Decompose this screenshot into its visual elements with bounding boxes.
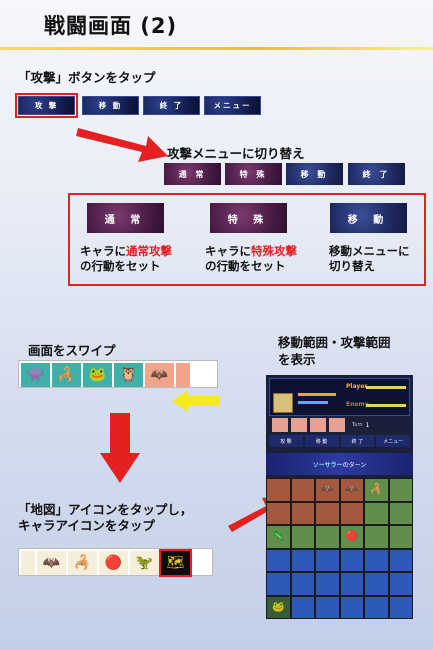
normal-attack-button[interactable]: 通 常 [164,163,221,185]
map-cell[interactable] [266,478,291,502]
map-cell[interactable] [315,595,340,619]
map-cell[interactable] [364,501,389,525]
map-cell[interactable] [388,548,413,572]
special-description: キャラに特殊攻撃 の行動をセット [205,244,297,273]
turn-value: 1 [365,421,370,429]
arrow-right-down-icon [76,128,168,162]
map-cell[interactable] [339,595,364,619]
phone-move-button[interactable]: 移 動 [304,435,339,447]
special-attack-button[interactable]: 特 殊 [225,163,282,185]
map-cell[interactable] [364,595,389,619]
swipe-label: 画面をスワイプ [28,343,116,358]
map-cell[interactable]: 🐸 [266,595,291,619]
map-cell[interactable] [339,572,364,596]
character-icon[interactable]: 🔴 [99,551,128,575]
character-icon[interactable] [21,551,35,575]
map-cell[interactable] [290,525,315,549]
phone-end-button[interactable]: 終 了 [340,435,375,447]
map-cell[interactable] [290,548,315,572]
swipe-left-arrow-icon [172,390,220,412]
player-label: Player [346,383,368,390]
map-cell[interactable] [388,501,413,525]
attack-button[interactable]: 攻 撃 [15,93,78,118]
page-title: 戦闘画面 (2) [44,14,178,38]
special-button-large: 特 殊 [210,203,287,233]
status-panel: Player Enemy [269,378,410,416]
step1-label: 「攻撃」ボタンをタップ [18,70,156,85]
map-cell[interactable] [266,548,291,572]
map-cell[interactable] [388,525,413,549]
map-cell[interactable]: 🦂 [364,478,389,502]
move-button-large: 移 動 [330,203,407,233]
map-cell[interactable] [266,572,291,596]
map-cell[interactable] [388,478,413,502]
map-cell[interactable] [364,548,389,572]
map-cell[interactable] [315,501,340,525]
map-cell[interactable] [290,478,315,502]
move-button[interactable]: 移 動 [82,96,139,115]
map-cell[interactable] [388,572,413,596]
map-cell[interactable] [315,572,340,596]
character-icon[interactable]: 🦇 [145,363,174,387]
character-icon[interactable]: 🦖 [130,551,159,575]
arrow-down-icon [100,413,140,483]
map-step-label: 「地図」アイコンをタップし， キャラアイコンをタップ [18,502,193,533]
character-icon[interactable]: 🦉 [114,363,143,387]
menu-button[interactable]: メニュー [204,96,261,115]
move-description: 移動メニューに 切り替え [329,244,410,273]
move-menu-button[interactable]: 移 動 [286,163,343,185]
turn-banner: ソーサラー のターン [266,453,413,475]
character-strip[interactable]: 👾 🦂 🐸 🦉 🦇 [18,360,218,388]
map-cell[interactable] [290,501,315,525]
battle-map-grid[interactable]: 🦇 🦇 🦂 🦎 🔴 🐸 [266,478,413,619]
turn-label: Turn [352,422,363,428]
map-cell[interactable] [290,595,315,619]
range-label: 移動範囲・攻撃範囲 を表示 [278,335,391,367]
character-portrait [273,393,293,413]
character-icon[interactable]: 🦇 [37,551,66,575]
phone-menu-button[interactable]: メニュー [376,435,410,447]
character-icon[interactable] [176,363,190,387]
game-screen: Player Enemy Turn 1 攻 撃 移 動 終 了 メニュー ソーサ… [266,375,413,619]
map-cell[interactable] [290,572,315,596]
end-button[interactable]: 終 了 [143,96,200,115]
phone-attack-button[interactable]: 攻 撃 [269,435,303,447]
map-cell[interactable]: 🔴 [339,525,364,549]
character-row: Turn 1 [269,417,410,433]
map-icon[interactable]: 🗺 [159,549,192,577]
character-icon[interactable]: 👾 [21,363,50,387]
map-cell[interactable]: 🦇 [339,478,364,502]
map-cell[interactable] [339,501,364,525]
normal-button-large: 通 常 [87,203,164,233]
map-cell[interactable] [364,525,389,549]
phone-button-bar: 攻 撃 移 動 終 了 メニュー [269,435,410,447]
map-cell[interactable] [315,548,340,572]
map-cell[interactable] [315,525,340,549]
map-cell[interactable] [388,595,413,619]
map-cell[interactable]: 🦎 [266,525,291,549]
map-cell[interactable]: 🦇 [315,478,340,502]
character-icon[interactable]: 🦂 [68,551,97,575]
character-icon[interactable]: 🐸 [83,363,112,387]
character-strip-bottom[interactable]: 🦇 🦂 🔴 🦖 🗺 [18,548,213,577]
map-cell[interactable] [364,572,389,596]
map-cell[interactable] [339,548,364,572]
character-icon[interactable]: 🦂 [52,363,81,387]
end-turn-button[interactable]: 終 了 [348,163,405,185]
normal-description: キャラに通常攻撃 の行動をセット [80,244,172,273]
step2-label: 攻撃メニューに切り替え [167,146,305,161]
map-cell[interactable] [266,501,291,525]
title-underline [0,47,433,50]
